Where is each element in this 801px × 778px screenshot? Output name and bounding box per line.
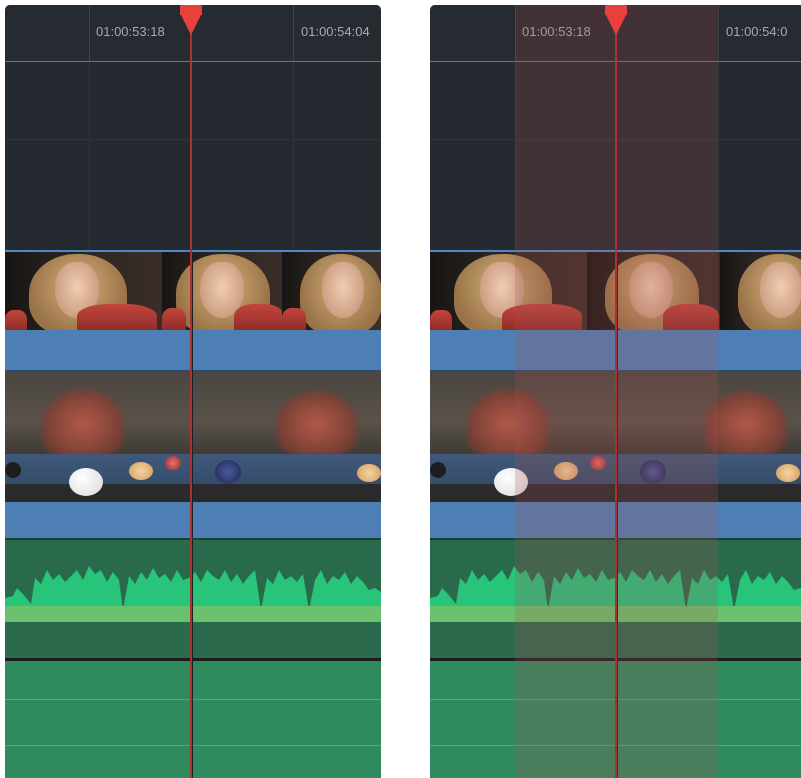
video-track-v2-bar[interactable] xyxy=(5,330,381,370)
timecode-label: 01:00:54:0 xyxy=(726,24,788,39)
audio-track-a1-lower[interactable] xyxy=(5,622,381,658)
clip-thumbnail xyxy=(720,252,801,330)
video-track-v2-clip[interactable] xyxy=(5,252,381,330)
audio-track-a2-clip[interactable] xyxy=(5,661,381,778)
timeline-panel-after: 01:00:53:18 01:00:54:0 xyxy=(430,5,801,778)
clip-thumbnail xyxy=(162,252,282,330)
audio-track-a1-clip[interactable] xyxy=(5,540,381,624)
video-track-v1-clip[interactable] xyxy=(5,372,381,502)
timecode-label: 01:00:53:18 xyxy=(96,24,165,39)
clip-thumbnail xyxy=(5,372,211,502)
clip-thumbnail xyxy=(5,252,162,330)
playhead[interactable] xyxy=(615,5,617,778)
timeline-panel-before: 01:00:53:18 01:00:54:04 xyxy=(5,5,381,778)
playhead[interactable] xyxy=(190,5,192,778)
video-track-v1-bar[interactable] xyxy=(5,502,381,538)
timecode-label: 01:00:54:04 xyxy=(301,24,370,39)
clip-thumbnail xyxy=(211,372,381,502)
clip-thumbnail xyxy=(282,252,381,330)
empty-track-area[interactable] xyxy=(5,62,381,250)
audio-waveform xyxy=(5,566,381,624)
